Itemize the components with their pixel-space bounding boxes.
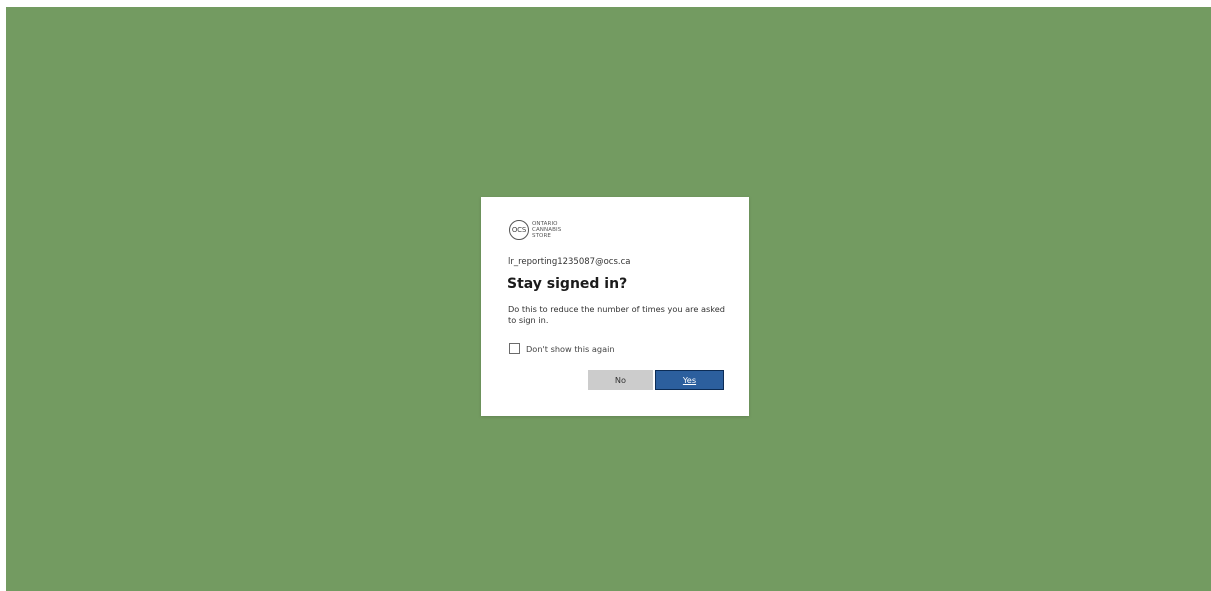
logo-line-3: STORE xyxy=(532,233,551,239)
account-email: lr_reporting1235087@ocs.ca xyxy=(508,257,631,267)
no-button[interactable]: No xyxy=(588,370,653,390)
stay-signed-in-dialog: OCS ONTARIO CANNABIS STORE lr_reporting1… xyxy=(481,197,749,416)
dont-show-again-label: Don't show this again xyxy=(526,343,615,354)
dialog-description: Do this to reduce the number of times yo… xyxy=(508,304,725,325)
dialog-title: Stay signed in? xyxy=(507,276,628,292)
dont-show-again-option[interactable]: Don't show this again xyxy=(509,343,615,354)
ocs-logo: OCS ONTARIO CANNABIS STORE xyxy=(509,220,561,240)
logo-wordmark: ONTARIO CANNABIS STORE xyxy=(532,221,561,239)
dont-show-again-checkbox[interactable] xyxy=(509,343,520,354)
yes-button[interactable]: Yes xyxy=(655,370,724,390)
logo-circle: OCS xyxy=(509,220,529,240)
